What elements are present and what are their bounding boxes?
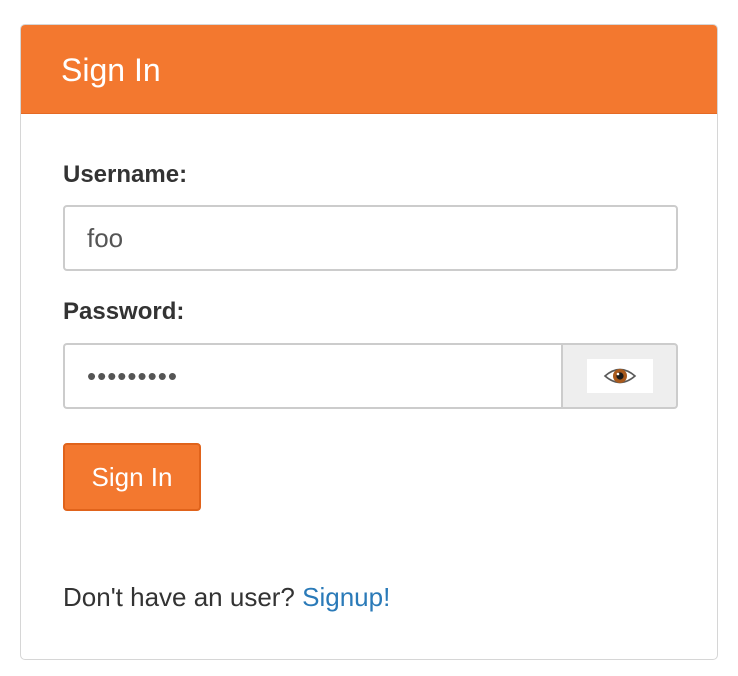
password-input[interactable]	[63, 343, 561, 409]
panel-header: Sign In	[21, 25, 717, 114]
panel-title: Sign In	[61, 51, 161, 88]
password-input-group	[63, 343, 678, 409]
signup-link[interactable]: Signup!	[302, 582, 390, 612]
username-input[interactable]	[63, 205, 678, 271]
username-label: Username:	[63, 161, 188, 188]
show-password-toggle[interactable]	[561, 343, 678, 409]
sign-in-button[interactable]: Sign In	[63, 443, 201, 511]
password-label: Password:	[63, 298, 185, 325]
signup-prompt: Don't have an user? Signup!	[63, 582, 390, 613]
eye-icon	[586, 359, 653, 393]
sign-in-panel: Sign In Username: Password: Sign In Don'	[20, 24, 718, 660]
signup-prompt-text: Don't have an user?	[63, 582, 295, 612]
